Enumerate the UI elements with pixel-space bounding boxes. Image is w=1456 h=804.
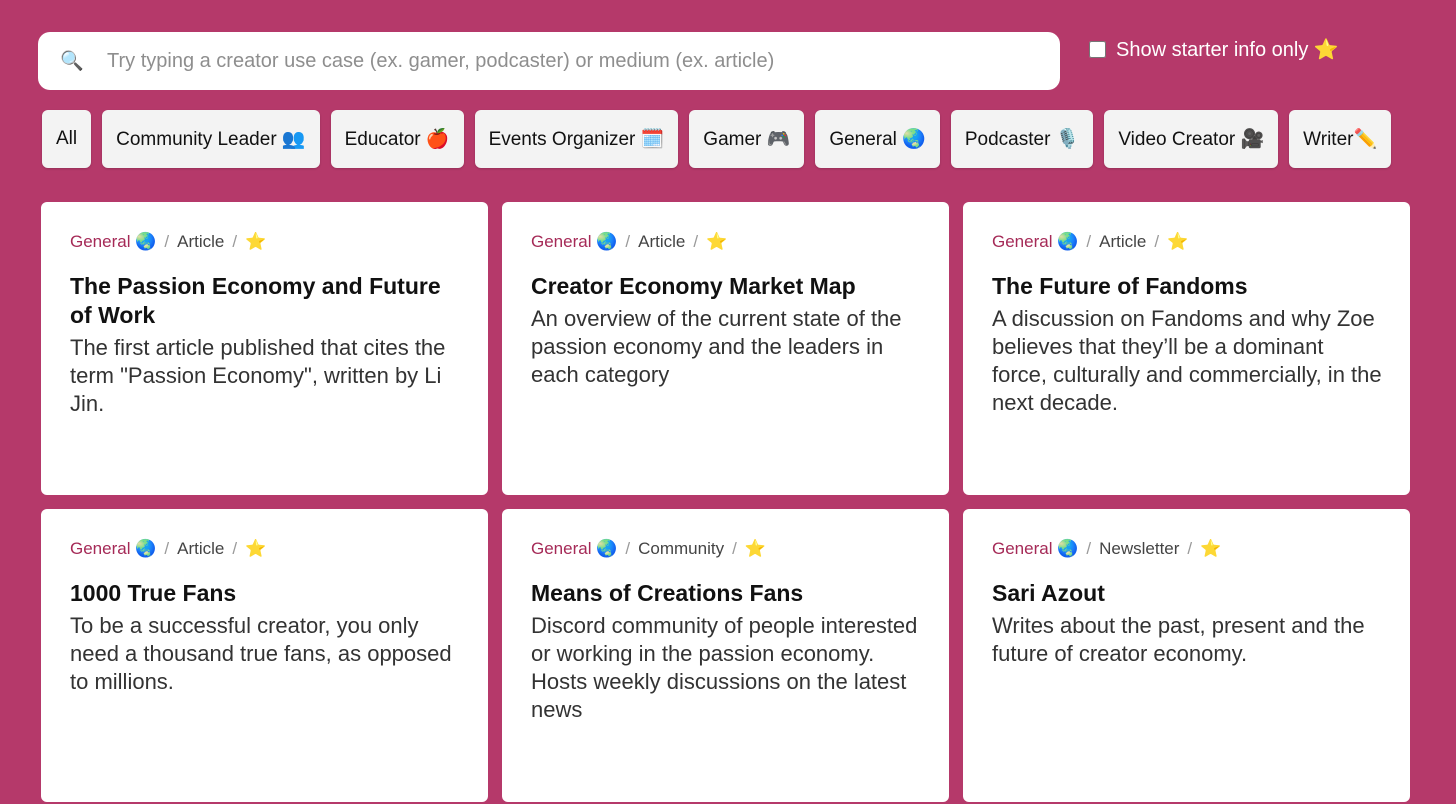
meta-separator: / xyxy=(1086,539,1092,558)
filter-events-organizer-button[interactable]: Events Organizer 🗓️ xyxy=(474,110,679,168)
card-title[interactable]: 1000 True Fans xyxy=(70,579,460,608)
card-title[interactable]: Sari Azout xyxy=(992,579,1382,608)
meta-separator: / xyxy=(625,232,631,251)
filter-video-creator-button[interactable]: Video Creator 🎥 xyxy=(1104,110,1279,168)
card-category[interactable]: General 🌏 xyxy=(992,232,1078,252)
meta-separator: / xyxy=(1187,539,1193,558)
card-category[interactable]: General 🌏 xyxy=(70,539,156,559)
resource-card[interactable]: General 🌏 / Article / ⭐ 1000 True Fans T… xyxy=(41,509,488,802)
card-medium: Article xyxy=(177,539,225,558)
meta-separator: / xyxy=(232,539,238,558)
filter-general-button[interactable]: General 🌏 xyxy=(815,110,940,168)
starter-info-checkbox[interactable] xyxy=(1089,41,1106,58)
star-icon: ⭐ xyxy=(1200,539,1222,558)
starter-info-toggle[interactable]: Show starter info only ⭐ xyxy=(1089,37,1339,62)
meta-separator: / xyxy=(1086,232,1092,251)
resource-card[interactable]: General 🌏 / Article / ⭐ Creator Economy … xyxy=(502,202,949,495)
card-meta: General 🌏 / Community / ⭐ xyxy=(531,539,921,559)
meta-separator: / xyxy=(164,232,170,251)
card-title[interactable]: The Passion Economy and Future of Work xyxy=(70,272,460,330)
star-icon: ⭐ xyxy=(744,539,766,558)
star-icon: ⭐ xyxy=(245,232,267,251)
card-description: A discussion on Fandoms and why Zoe beli… xyxy=(992,306,1382,415)
starter-info-label: Show starter info only ⭐ xyxy=(1116,39,1339,61)
card-description: To be a successful creator, you only nee… xyxy=(70,613,452,694)
search-input[interactable] xyxy=(105,48,1009,74)
resource-grid: General 🌏 / Article / ⭐ The Passion Econ… xyxy=(41,202,1410,802)
star-icon: ⭐ xyxy=(1167,232,1189,251)
card-category[interactable]: General 🌏 xyxy=(531,539,617,559)
card-category[interactable]: General 🌏 xyxy=(70,232,156,252)
meta-separator: / xyxy=(164,539,170,558)
search-box[interactable]: 🔍 xyxy=(38,32,1060,90)
card-meta: General 🌏 / Article / ⭐ xyxy=(70,232,460,252)
filter-community-leader-button[interactable]: Community Leader 👥 xyxy=(102,110,320,168)
resource-card[interactable]: General 🌏 / Community / ⭐ Means of Creat… xyxy=(502,509,949,802)
card-meta: General 🌏 / Article / ⭐ xyxy=(70,539,460,559)
card-description: Discord community of people interested o… xyxy=(531,613,918,722)
card-medium: Newsletter xyxy=(1099,539,1180,558)
card-medium: Community xyxy=(638,539,725,558)
card-title[interactable]: Creator Economy Market Map xyxy=(531,272,921,301)
filter-educator-button[interactable]: Educator 🍎 xyxy=(330,110,464,168)
card-medium: Article xyxy=(638,232,686,251)
meta-separator: / xyxy=(232,232,238,251)
card-meta: General 🌏 / Newsletter / ⭐ xyxy=(992,539,1382,559)
filter-bar: All Community Leader 👥 Educator 🍎 Events… xyxy=(42,110,1392,168)
card-description: Writes about the past, present and the f… xyxy=(992,613,1365,666)
star-icon: ⭐ xyxy=(245,539,267,558)
filter-writer-button[interactable]: Writer✏️ xyxy=(1289,110,1392,168)
card-description: The first article published that cites t… xyxy=(70,335,446,416)
star-icon: ⭐ xyxy=(706,232,728,251)
card-category[interactable]: General 🌏 xyxy=(992,539,1078,559)
filter-podcaster-button[interactable]: Podcaster 🎙️ xyxy=(950,110,1094,168)
resource-card[interactable]: General 🌏 / Article / ⭐ The Future of Fa… xyxy=(963,202,1410,495)
card-title[interactable]: Means of Creations Fans xyxy=(531,579,921,608)
card-category[interactable]: General 🌏 xyxy=(531,232,617,252)
card-title[interactable]: The Future of Fandoms xyxy=(992,272,1382,301)
card-description: An overview of the current state of the … xyxy=(531,306,902,387)
filter-gamer-button[interactable]: Gamer 🎮 xyxy=(689,110,805,168)
card-medium: Article xyxy=(177,232,225,251)
meta-separator: / xyxy=(1154,232,1160,251)
filter-all-button[interactable]: All xyxy=(42,110,92,168)
meta-separator: / xyxy=(732,539,737,558)
resource-card[interactable]: General 🌏 / Newsletter / ⭐ Sari Azout Wr… xyxy=(963,509,1410,802)
card-meta: General 🌏 / Article / ⭐ xyxy=(531,232,921,252)
card-meta: General 🌏 / Article / ⭐ xyxy=(992,232,1382,252)
search-icon: 🔍 xyxy=(60,51,84,72)
meta-separator: / xyxy=(625,539,631,558)
card-medium: Article xyxy=(1099,232,1147,251)
resource-card[interactable]: General 🌏 / Article / ⭐ The Passion Econ… xyxy=(41,202,488,495)
meta-separator: / xyxy=(693,232,699,251)
